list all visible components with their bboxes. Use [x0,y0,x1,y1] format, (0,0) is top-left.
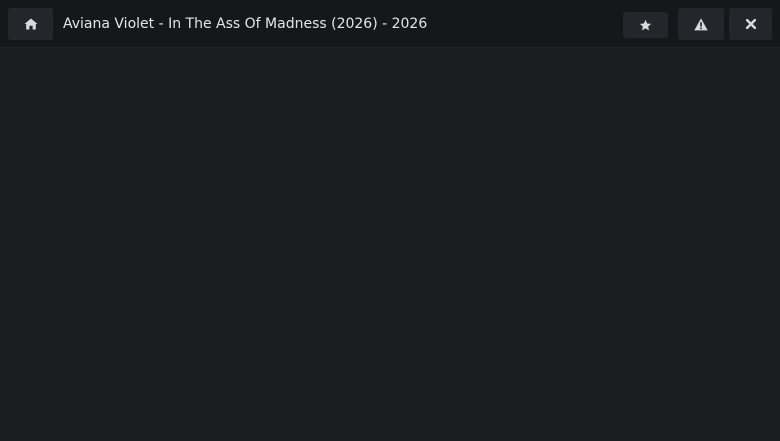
star-icon [639,19,652,32]
home-button[interactable] [8,8,53,40]
page-title: Aviana Violet - In The Ass Of Madness (2… [63,16,428,32]
close-button[interactable] [729,8,772,40]
top-bar: Aviana Violet - In The Ass Of Madness (2… [0,0,780,48]
app-window: Aviana Violet - In The Ass Of Madness (2… [0,0,780,441]
favorite-button[interactable] [623,12,668,38]
content-area [0,48,780,441]
report-button[interactable] [678,8,724,40]
close-icon [745,19,756,29]
warning-icon [694,17,708,31]
home-icon [24,18,38,30]
